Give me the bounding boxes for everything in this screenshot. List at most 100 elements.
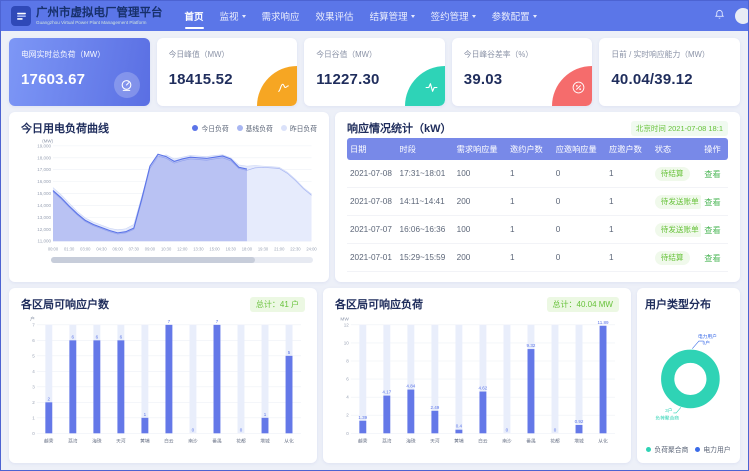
y-tick-label: 7 bbox=[32, 322, 35, 327]
cell-responded_count: 1 bbox=[606, 188, 652, 216]
chart-datazoom-slider[interactable] bbox=[51, 257, 313, 263]
cell-responded_amount: 0 bbox=[553, 216, 606, 244]
cell-invited_count: 1 bbox=[507, 188, 553, 216]
x-tick-label: 越秀 bbox=[44, 438, 54, 445]
bar bbox=[286, 356, 293, 433]
kpi-label: 今日峰谷差率（%） bbox=[464, 49, 581, 60]
user-type-title: 用户类型分布 bbox=[645, 296, 732, 312]
app-logo-icon bbox=[11, 6, 31, 26]
nav-item-0[interactable]: 首页 bbox=[177, 1, 212, 31]
kpi-value: 40.04/39.12 bbox=[611, 71, 728, 88]
cell-period: 15:29~15:59 bbox=[397, 244, 454, 272]
table-row: 2021-07-0814:11~14:41200101待发送账单查看 bbox=[347, 188, 728, 216]
x-tick-label: 10:30 bbox=[161, 247, 172, 252]
x-tick-label: 01:30 bbox=[64, 247, 75, 252]
cell-date: 2021-07-08 bbox=[347, 188, 397, 216]
nav-item-label: 首页 bbox=[185, 9, 204, 23]
legend-item[interactable]: 今日负荷 bbox=[192, 123, 228, 133]
nav-item-4[interactable]: 结算管理 bbox=[362, 1, 423, 31]
nav-item-1[interactable]: 监视 bbox=[212, 1, 254, 31]
y-tick-label: 12 bbox=[344, 322, 350, 327]
cell-demand: 100 bbox=[454, 160, 507, 188]
cell-demand: 200 bbox=[454, 244, 507, 272]
y-tick-label: 18,000 bbox=[37, 155, 51, 160]
view-link[interactable]: 查看 bbox=[704, 198, 720, 207]
y-tick-label: 16,000 bbox=[37, 179, 51, 184]
x-tick-label: 南沙 bbox=[502, 438, 512, 445]
y-tick-label: 1 bbox=[32, 415, 35, 420]
view-link[interactable]: 查看 bbox=[704, 254, 720, 263]
y-tick-label: 13,000 bbox=[37, 215, 51, 220]
legend-dot bbox=[192, 125, 198, 131]
y-tick-label: 2 bbox=[32, 400, 35, 405]
cell-action: 查看 bbox=[701, 244, 728, 272]
datazoom-fill[interactable] bbox=[51, 257, 255, 263]
peak-curve-icon bbox=[277, 81, 290, 99]
kpi-card-0: 电网实时总负荷（MW）17603.67 bbox=[9, 38, 150, 106]
cell-period: 17:31~18:01 bbox=[397, 160, 454, 188]
cell-date: 2021-07-01 bbox=[347, 244, 397, 272]
bar-value-label: 0.92 bbox=[575, 419, 584, 424]
nav-item-label: 参数配置 bbox=[492, 9, 530, 23]
bar-track bbox=[141, 325, 148, 433]
bar bbox=[262, 418, 269, 433]
table-row: 2021-07-0115:29~15:59200101待结算查看 bbox=[347, 244, 728, 272]
view-link[interactable]: 查看 bbox=[704, 170, 720, 179]
y-tick-label: 12,000 bbox=[37, 227, 51, 232]
nav-item-6[interactable]: 参数配置 bbox=[484, 1, 545, 31]
y-tick-label: 6 bbox=[32, 338, 35, 343]
x-tick-label: 海珠 bbox=[406, 438, 416, 445]
user-type-legend: 负荷聚合商电力用户 bbox=[645, 442, 732, 455]
nav-item-3[interactable]: 效果评估 bbox=[308, 1, 362, 31]
nav-item-2[interactable]: 需求响应 bbox=[254, 1, 308, 31]
x-tick-label: 海珠 bbox=[92, 438, 102, 445]
column-header: 日期 bbox=[347, 138, 397, 160]
legend-item[interactable]: 昨日负荷 bbox=[281, 123, 317, 133]
y-tick-label: 0 bbox=[32, 431, 35, 436]
bar-track bbox=[262, 325, 269, 433]
main-content: 电网实时总负荷（MW）17603.67今日峰值（MW）18415.52今日谷值（… bbox=[1, 31, 748, 470]
households-total-badge: 总计：41 户 bbox=[250, 297, 305, 312]
bar-track bbox=[503, 325, 510, 433]
bar bbox=[45, 402, 52, 433]
x-tick-label: 从化 bbox=[284, 438, 294, 445]
kpi-card-3: 今日峰谷差率（%）39.03 bbox=[452, 38, 593, 106]
legend-item[interactable]: 基线负荷 bbox=[237, 123, 273, 133]
response-table-header-row: 日期时段需求响应量邀约户数应邀响应量应邀户数状态操作 bbox=[347, 138, 728, 160]
response-table: 日期时段需求响应量邀约户数应邀响应量应邀户数状态操作 2021-07-0817:… bbox=[347, 138, 728, 272]
x-tick-label: 荔湾 bbox=[382, 438, 392, 445]
beijing-time-badge: 北京时间 2021-07-08 18:1 bbox=[631, 121, 728, 136]
column-header: 状态 bbox=[652, 138, 702, 160]
table-row: 2021-07-0817:31~18:01100101待结算查看 bbox=[347, 160, 728, 188]
cell-responded_count: 1 bbox=[606, 244, 652, 272]
kpi-row: 电网实时总负荷（MW）17603.67今日峰值（MW）18415.52今日谷值（… bbox=[9, 38, 740, 106]
y-tick-label: 3 bbox=[32, 384, 35, 389]
x-tick-label: 番禺 bbox=[212, 438, 222, 445]
bar bbox=[431, 411, 438, 434]
nav-item-5[interactable]: 签约管理 bbox=[423, 1, 484, 31]
status-badge: 待发送账单 bbox=[655, 223, 702, 237]
callout-line bbox=[673, 407, 681, 413]
bar bbox=[141, 418, 148, 433]
kpi-label: 电网实时总负荷（MW） bbox=[21, 49, 138, 60]
y-tick-label: 2 bbox=[346, 413, 349, 418]
x-tick-label: 番禺 bbox=[526, 438, 536, 445]
donut-callout-value: 0户 bbox=[703, 339, 710, 346]
view-link[interactable]: 查看 bbox=[704, 226, 720, 235]
bar bbox=[165, 325, 172, 433]
bar-track bbox=[552, 325, 559, 433]
legend-item[interactable]: 负荷聚合商 bbox=[646, 444, 688, 454]
legend-item[interactable]: 电力用户 bbox=[695, 444, 730, 454]
bar bbox=[407, 390, 414, 434]
bell-icon[interactable] bbox=[714, 7, 725, 25]
response-stats-title: 响应情况统计（kW） bbox=[347, 120, 452, 136]
x-tick-label: 荔湾 bbox=[68, 438, 78, 445]
brand: 广州市虚拟电厂管理平台 Guangzhou Virtual Power Plan… bbox=[11, 6, 163, 26]
user-avatar[interactable] bbox=[735, 8, 749, 24]
bar bbox=[528, 349, 535, 433]
y-tick-label: 5 bbox=[32, 353, 35, 358]
cell-action: 查看 bbox=[701, 216, 728, 244]
x-tick-label: 15:00 bbox=[209, 247, 220, 252]
cell-status: 待结算 bbox=[652, 160, 702, 188]
x-tick-label: 19:30 bbox=[258, 247, 269, 252]
